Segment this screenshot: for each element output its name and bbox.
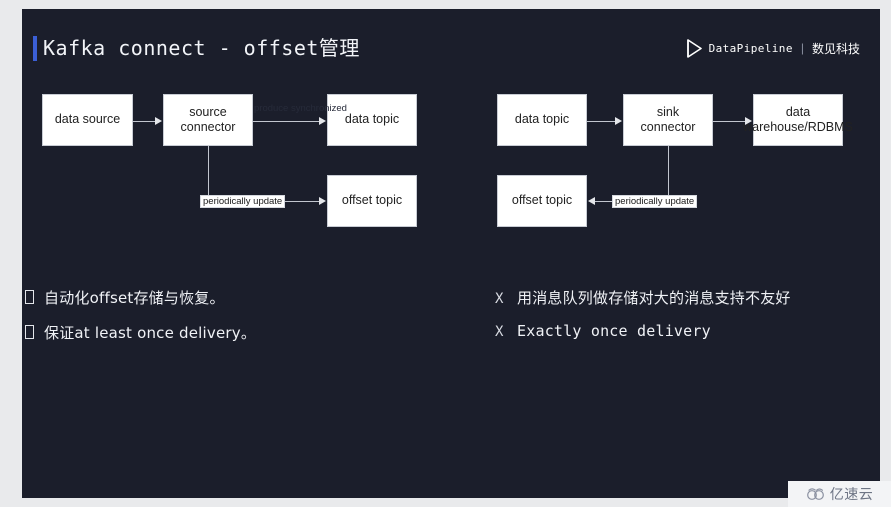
- bullet-marker-icon: [25, 290, 34, 304]
- cloud-icon: [806, 488, 824, 500]
- brand-separator: |: [800, 41, 804, 55]
- edge-sink-to-warehouse: [713, 121, 745, 122]
- watermark-text: 亿速云: [829, 486, 874, 502]
- play-outline-icon: [686, 38, 702, 58]
- node-label: data topic: [344, 112, 400, 127]
- list-item: X Exactly once delivery: [495, 322, 791, 340]
- bullet-text: 自动化offset存储与恢复。: [44, 289, 225, 307]
- brand-logo: DataPipeline | 数见科技: [686, 37, 860, 59]
- node-sink-connector: sink connector: [623, 94, 713, 146]
- arrowhead-icon: [588, 197, 595, 205]
- edge-source-to-connector: [133, 121, 156, 122]
- node-offset-topic: offset topic: [327, 175, 417, 227]
- edge-label-periodically-update-2: periodically update: [612, 195, 698, 208]
- node-label: data topic: [514, 112, 570, 127]
- node-label: data warehouse/RDBMS: [743, 104, 853, 134]
- bullet-text: Exactly once delivery: [517, 322, 711, 340]
- watermark: 亿速云: [788, 481, 891, 507]
- node-data-topic-2: data topic: [497, 94, 587, 146]
- arrowhead-icon: [319, 197, 326, 205]
- bullet-marker-x: X: [495, 324, 504, 340]
- arrowhead-icon: [319, 117, 326, 125]
- bullet-list-right: X 用消息队列做存储对大的消息支持不友好 X Exactly once deli…: [495, 287, 791, 354]
- list-item: 保证at least once delivery。: [25, 322, 256, 343]
- list-item: X 用消息队列做存储对大的消息支持不友好: [495, 287, 791, 308]
- bullet-text: 用消息队列做存储对大的消息支持不友好: [517, 289, 791, 307]
- slide-canvas: Kafka connect - offset管理 DataPipeline | …: [22, 9, 880, 498]
- edge-to-offset-topic-2: [595, 201, 668, 202]
- edge-sink-down: [668, 146, 669, 201]
- brand-name: DataPipeline: [708, 41, 793, 55]
- node-source-connector: source connector: [163, 94, 253, 146]
- title-accent-bar: [33, 36, 37, 61]
- edge-connector-to-data-topic: [253, 121, 320, 122]
- node-label: offset topic: [341, 193, 403, 208]
- bullet-marker-x: X: [495, 291, 504, 307]
- edge-label-periodically-update: periodically update: [200, 195, 286, 208]
- node-label: offset topic: [511, 193, 573, 208]
- edge-data-topic-to-sink: [587, 121, 615, 122]
- arrowhead-icon: [615, 117, 622, 125]
- arrowhead-icon: [745, 117, 752, 125]
- edge-to-offset-topic: [208, 201, 320, 202]
- edge-label-produce: produce synchronized: [254, 103, 347, 114]
- page-background: Kafka connect - offset管理 DataPipeline | …: [0, 0, 891, 507]
- node-data-source: data source: [42, 94, 133, 146]
- node-label: source connector: [180, 104, 236, 134]
- node-label: data source: [54, 112, 121, 127]
- list-item: 自动化offset存储与恢复。: [25, 287, 256, 308]
- bullet-marker-icon: [25, 325, 34, 339]
- page-title: Kafka connect - offset管理: [43, 36, 360, 60]
- node-label: sink connector: [640, 104, 696, 134]
- node-data-warehouse: data warehouse/RDBMS: [743, 94, 853, 146]
- diagram: data source source connector data topic …: [22, 9, 880, 498]
- edge-connector-down: [208, 146, 209, 201]
- brand-name-cn: 数见科技: [811, 41, 860, 56]
- arrowhead-icon: [155, 117, 162, 125]
- bullet-list-left: 自动化offset存储与恢复。 保证at least once delivery…: [25, 287, 256, 357]
- node-offset-topic-2: offset topic: [497, 175, 587, 227]
- node-data-topic: data topic: [327, 94, 417, 146]
- bullet-text: 保证at least once delivery。: [44, 324, 257, 342]
